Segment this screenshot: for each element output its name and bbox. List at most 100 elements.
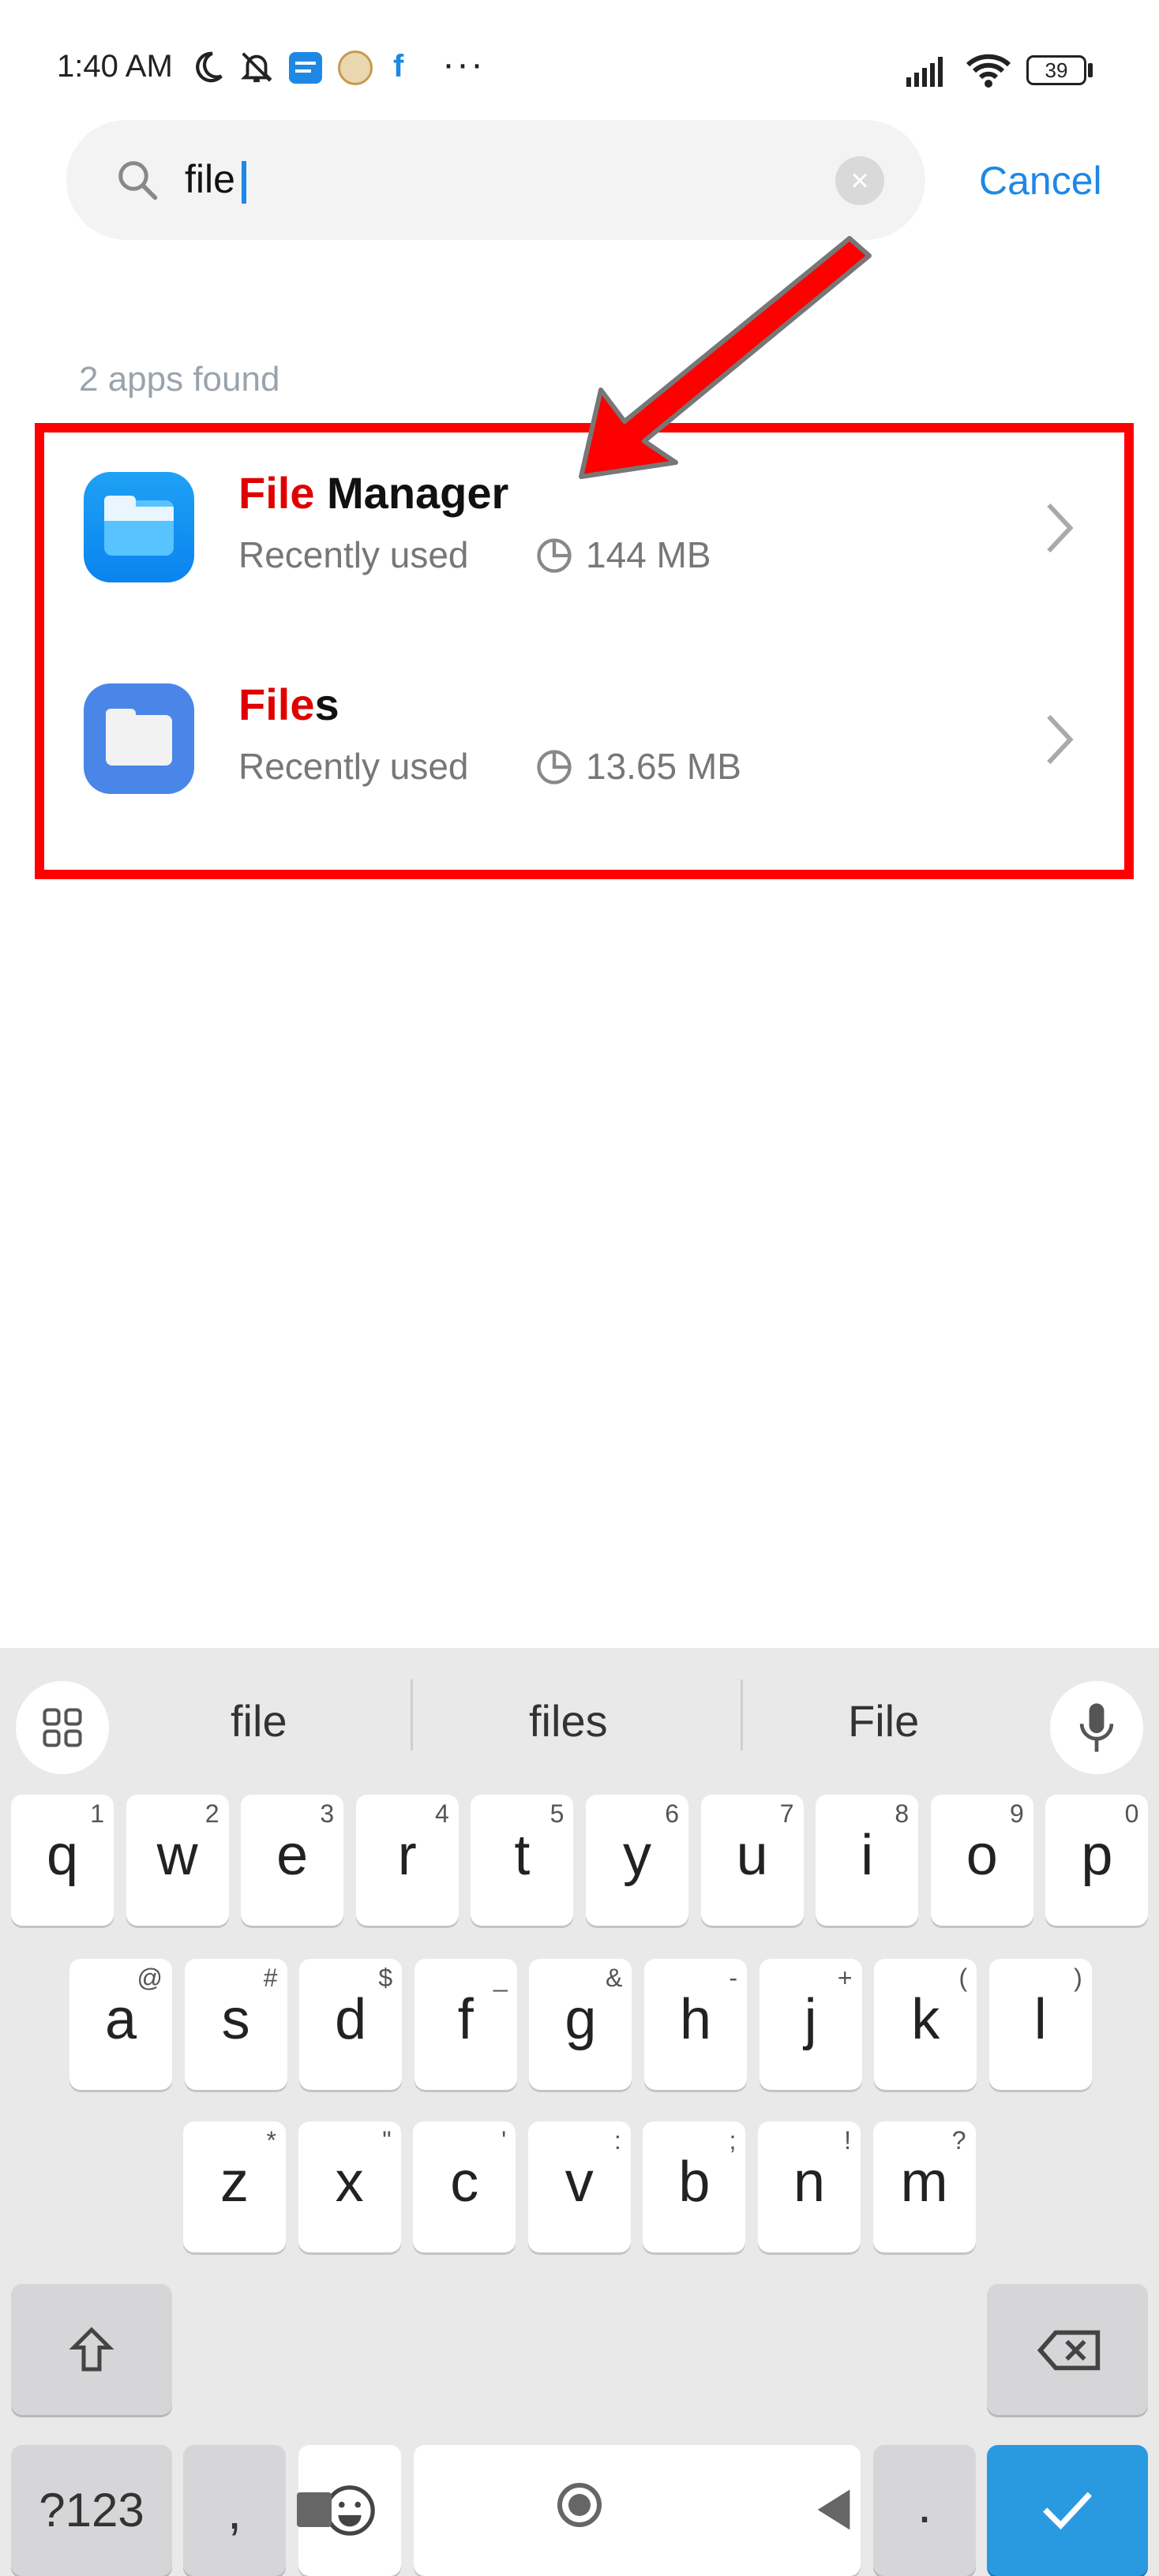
files-icon (84, 683, 194, 794)
key-r[interactable]: r4 (355, 1795, 459, 1926)
key-secondary: 4 (435, 1799, 449, 1828)
key-t[interactable]: t5 (471, 1795, 574, 1926)
signal-icon (906, 57, 943, 87)
voice-input-button[interactable] (1050, 1681, 1143, 1774)
key-letter: h (679, 1988, 712, 2051)
result-item[interactable]: Files Recently used 13.65 MB (44, 644, 1126, 841)
key-o[interactable]: o9 (930, 1795, 1033, 1926)
key-letter: m (900, 2151, 948, 2214)
suggestion-3[interactable]: File (848, 1695, 919, 1747)
shift-key[interactable] (11, 2284, 172, 2415)
key-letter: n (793, 2151, 826, 2214)
cancel-button[interactable]: Cancel (979, 158, 1102, 204)
key-m[interactable]: m? (872, 2121, 976, 2252)
key-e[interactable]: e3 (241, 1795, 344, 1926)
key-b[interactable]: b; (643, 2121, 746, 2252)
key-z[interactable]: z * (183, 2121, 286, 2252)
key-secondary: " (382, 2126, 392, 2155)
key-letter: r (397, 1824, 417, 1887)
key-secondary: _ (493, 1964, 508, 1992)
key-a[interactable]: a @ (69, 1959, 172, 2090)
clear-icon: × (850, 163, 869, 198)
suggestion-1[interactable]: file (231, 1695, 287, 1747)
key-i[interactable]: i8 (816, 1795, 919, 1926)
app-name: Files (238, 679, 339, 730)
key-secondary: ( (958, 1964, 968, 1992)
grid-icon (43, 1708, 82, 1747)
key-secondary: ! (844, 2126, 851, 2155)
key-x[interactable]: x " (298, 2121, 401, 2252)
key-secondary: @ (137, 1964, 163, 1992)
key-d[interactable]: d $ (299, 1959, 403, 2090)
key-letter: o (966, 1824, 998, 1887)
key-letter: p (1081, 1824, 1113, 1887)
key-letter: a (104, 1988, 137, 2051)
app-size: 13.65 MB (586, 746, 741, 787)
key-j[interactable]: j + (759, 1959, 862, 2090)
status-bar: 1:40 AM f ··· 39 (0, 0, 1159, 126)
home-button[interactable] (557, 2483, 602, 2527)
key-letter: y (623, 1824, 651, 1887)
key-g[interactable]: g & (529, 1959, 632, 2090)
keyboard-menu-button[interactable] (16, 1681, 109, 1774)
key-secondary: 2 (204, 1799, 219, 1828)
microphone-icon (1079, 1703, 1114, 1752)
key-secondary: : (613, 2126, 621, 2155)
key-secondary: * (266, 2126, 276, 2155)
key-n[interactable]: n! (758, 2121, 861, 2252)
key-h[interactable]: h- (644, 1959, 747, 2090)
search-bar[interactable]: file × (66, 120, 925, 240)
key-s[interactable]: s # (184, 1959, 287, 2090)
key-letter: e (276, 1824, 309, 1887)
status-time: 1:40 AM (57, 49, 173, 84)
key-p[interactable]: p0 (1045, 1795, 1149, 1926)
app-badge-icon (338, 51, 373, 85)
app-subtitle: Recently used (238, 746, 469, 787)
key-secondary: ) (1074, 1964, 1082, 1992)
key-q[interactable]: q1 (11, 1795, 114, 1926)
key-w[interactable]: w2 (126, 1795, 229, 1926)
app-name-match: File (238, 468, 315, 518)
suggestion-2[interactable]: files (529, 1695, 608, 1747)
moon-icon (196, 51, 223, 83)
key-l[interactable]: l) (988, 1959, 1092, 2090)
storage-pie-icon (537, 538, 572, 573)
key-letter: t (514, 1824, 531, 1887)
search-input[interactable]: file (185, 156, 235, 202)
wifi-icon (966, 54, 1011, 88)
key-secondary: + (837, 1964, 853, 1992)
battery-icon: 39 (1026, 55, 1086, 85)
home-inner-circle (568, 2494, 591, 2516)
key-c[interactable]: c ' (413, 2121, 516, 2252)
key-k[interactable]: k( (874, 1959, 977, 2090)
key-letter: q (46, 1824, 79, 1887)
key-secondary: # (263, 1964, 278, 1992)
key-letter: k (911, 1988, 940, 2051)
search-icon (118, 161, 158, 200)
key-letter: d (335, 1988, 367, 2051)
key-secondary: - (729, 1964, 737, 1992)
backspace-key[interactable] (987, 2284, 1148, 2415)
app-subtitle: Recently used (238, 534, 469, 575)
clear-search-button[interactable]: × (835, 156, 884, 205)
back-button[interactable] (813, 2488, 854, 2532)
key-secondary: 0 (1124, 1799, 1139, 1828)
key-v[interactable]: v: (527, 2121, 631, 2252)
mute-bell-icon (241, 52, 272, 83)
key-u[interactable]: u7 (700, 1795, 804, 1926)
red-arrow-annotation (579, 236, 872, 479)
suggestion-divider (741, 1679, 743, 1750)
backspace-icon (1037, 2330, 1101, 2371)
key-letter: l (1033, 1988, 1047, 2051)
key-y[interactable]: y6 (586, 1795, 688, 1926)
chevron-right-icon (1047, 714, 1074, 765)
app-name-rest: s (314, 680, 339, 729)
app-size: 144 MB (586, 534, 711, 575)
key-f[interactable]: f _ (414, 1959, 517, 2090)
key-letter: w (156, 1824, 198, 1887)
recents-button[interactable] (297, 2492, 332, 2527)
key-letter: j (804, 1988, 817, 2051)
key-secondary: 3 (320, 1799, 335, 1828)
key-secondary: 7 (779, 1799, 794, 1828)
battery-level: 39 (1045, 58, 1068, 82)
